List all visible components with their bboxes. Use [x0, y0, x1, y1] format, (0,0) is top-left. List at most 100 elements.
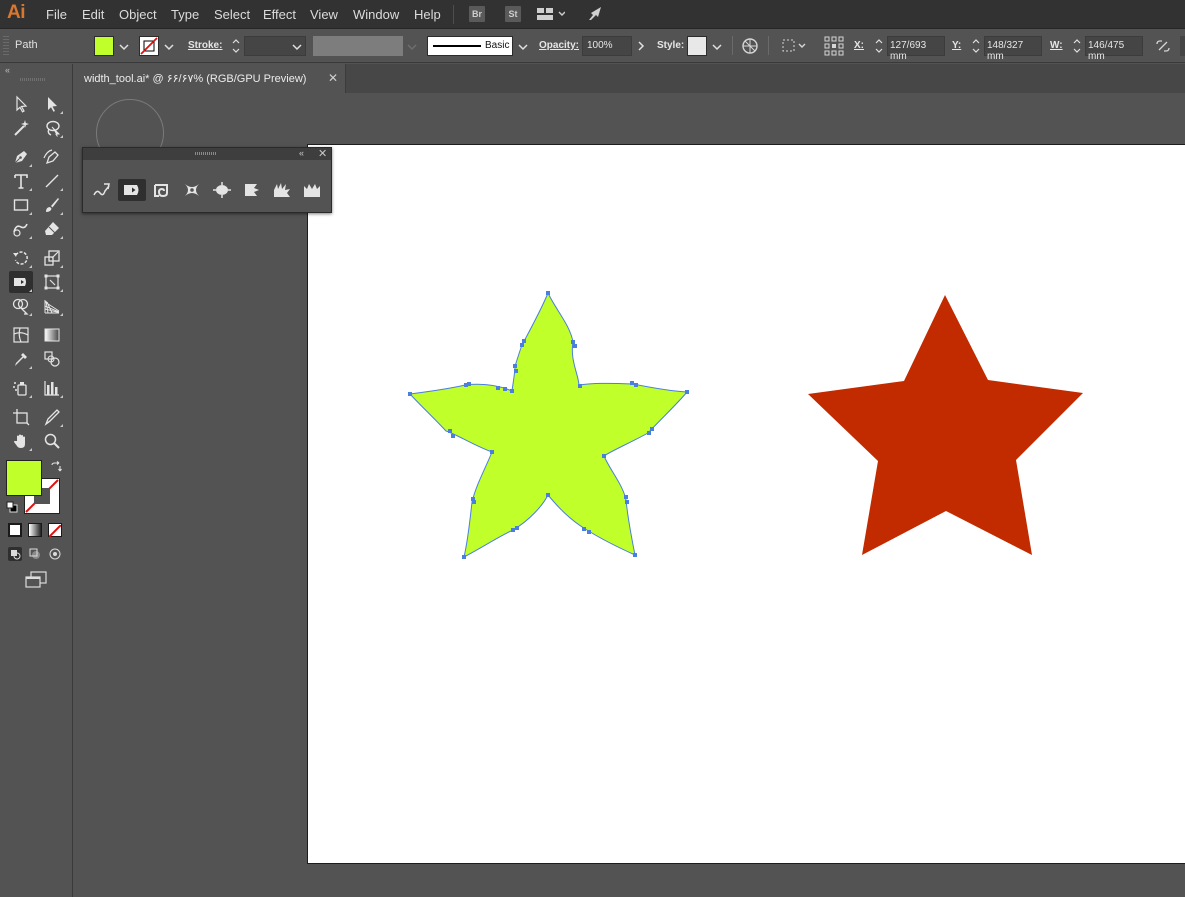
fill-color-swatch[interactable] — [6, 460, 42, 496]
chevron-down-icon[interactable] — [407, 42, 417, 52]
bloat-tool-icon[interactable] — [208, 179, 236, 201]
color-mode-icon[interactable] — [8, 523, 22, 537]
x-stepper[interactable] — [874, 36, 884, 56]
menu-window[interactable]: Window — [353, 7, 399, 22]
menu-object[interactable]: Object — [119, 7, 157, 22]
document-tab[interactable]: width_tool.ai* @ ۶۶/۶۷% (RGB/GPU Preview… — [74, 64, 346, 93]
align-to-icon[interactable] — [782, 38, 808, 54]
lasso-tool-icon[interactable] — [40, 117, 64, 139]
artboard-tool-icon[interactable] — [9, 406, 33, 428]
symbol-sprayer-tool-icon[interactable] — [9, 377, 33, 399]
fill-swatch[interactable] — [94, 36, 114, 56]
gradient-tool-icon[interactable] — [40, 324, 64, 346]
swap-fill-stroke-icon[interactable] — [50, 461, 62, 473]
scallop-tool-icon[interactable] — [238, 179, 266, 201]
selection-tool-icon[interactable] — [9, 93, 33, 115]
close-icon[interactable]: ✕ — [318, 147, 327, 160]
menu-edit[interactable]: Edit — [82, 7, 104, 22]
chevron-down-icon[interactable] — [119, 42, 129, 52]
opacity-field[interactable]: 100% — [582, 36, 632, 56]
magic-wand-tool-icon[interactable] — [9, 117, 33, 139]
shaper-tool-icon[interactable] — [9, 218, 33, 240]
x-position-field[interactable]: 127/693 mm — [887, 36, 945, 62]
menu-effect[interactable]: Effect — [263, 7, 296, 22]
tearoff-header[interactable]: « ✕ — [83, 148, 331, 160]
bridge-icon[interactable]: Br — [469, 6, 485, 22]
gradient-mode-icon[interactable] — [28, 523, 42, 537]
panel-grip[interactable] — [20, 78, 46, 81]
paintbrush-tool-icon[interactable] — [40, 194, 64, 216]
pucker-tool-icon[interactable] — [178, 179, 206, 201]
chevron-down-icon[interactable] — [712, 42, 722, 52]
arrange-documents-button[interactable] — [537, 7, 566, 21]
constrain-proportions-icon[interactable] — [1155, 39, 1171, 53]
zoom-tool-icon[interactable] — [40, 430, 64, 452]
gpu-performance-button[interactable] — [587, 6, 605, 22]
stroke-swatch[interactable] — [139, 36, 159, 56]
close-icon[interactable]: ✕ — [328, 71, 338, 85]
none-mode-icon[interactable] — [48, 523, 62, 538]
w-stepper[interactable] — [1072, 36, 1082, 56]
menu-view[interactable]: View — [310, 7, 338, 22]
x-label[interactable]: X: — [854, 40, 864, 51]
rectangle-tool-icon[interactable] — [9, 194, 33, 216]
width-tool-star[interactable] — [408, 291, 689, 558]
wrinkle-tool-icon[interactable] — [298, 179, 326, 201]
panel-grip[interactable] — [195, 152, 217, 155]
chevron-down-icon[interactable] — [518, 42, 528, 52]
menu-type[interactable]: Type — [171, 7, 199, 22]
shape-builder-tool-icon[interactable] — [9, 295, 33, 317]
change-screen-mode-icon[interactable] — [24, 571, 48, 589]
recolor-artwork-icon[interactable] — [741, 37, 759, 55]
twirl-tool-icon[interactable] — [148, 179, 176, 201]
chevron-right-icon[interactable] — [636, 41, 646, 51]
blend-tool-icon[interactable] — [40, 348, 64, 370]
crystallize-tool-icon[interactable] — [268, 179, 296, 201]
draw-behind-icon[interactable] — [28, 547, 42, 561]
line-segment-tool-icon[interactable] — [40, 170, 64, 192]
brush-definition[interactable]: Basic — [427, 36, 513, 56]
transform-reference-point-icon[interactable] — [824, 36, 844, 56]
stroke-weight-stepper[interactable] — [231, 36, 241, 56]
mesh-tool-icon[interactable] — [9, 324, 33, 346]
menu-select[interactable]: Select — [214, 7, 250, 22]
slice-tool-icon[interactable] — [40, 406, 64, 428]
chevron-down-icon[interactable] — [164, 42, 174, 52]
column-graph-tool-icon[interactable] — [40, 377, 64, 399]
graphic-style-swatch[interactable] — [687, 36, 707, 56]
artboard[interactable] — [307, 144, 1185, 864]
draw-inside-icon[interactable] — [48, 547, 62, 561]
chevron-down-icon[interactable] — [292, 42, 302, 52]
y-stepper[interactable] — [971, 36, 981, 56]
perspective-grid-tool-icon[interactable] — [40, 295, 64, 317]
opacity-label[interactable]: Opacity: — [539, 40, 579, 51]
scale-tool-icon[interactable] — [40, 247, 64, 269]
collapse-panel-icon[interactable]: « — [299, 148, 304, 158]
hand-tool-icon[interactable] — [9, 430, 33, 452]
rotate-tool-icon[interactable] — [9, 247, 33, 269]
draw-normal-icon[interactable] — [8, 547, 22, 561]
menu-help[interactable]: Help — [414, 7, 441, 22]
warp-tool-icon[interactable] — [88, 179, 116, 201]
width-tool-icon[interactable] — [118, 179, 146, 201]
eraser-tool-icon[interactable] — [40, 218, 64, 240]
pen-tool-icon[interactable] — [9, 146, 33, 168]
eyedropper-tool-icon[interactable] — [9, 348, 33, 370]
curvature-tool-icon[interactable] — [40, 146, 64, 168]
canvas-workspace[interactable] — [74, 93, 1185, 897]
width-field[interactable]: 146/475 mm — [1085, 36, 1143, 62]
y-label[interactable]: Y: — [952, 40, 961, 51]
type-tool-icon[interactable] — [9, 170, 33, 192]
y-position-field[interactable]: 148/327 mm — [984, 36, 1042, 62]
collapse-panel-icon[interactable]: « — [5, 65, 10, 75]
stock-icon[interactable]: St — [505, 6, 521, 22]
variable-width-profile[interactable] — [313, 36, 403, 56]
width-tool-icon[interactable] — [9, 271, 33, 293]
direct-selection-tool-icon[interactable] — [40, 93, 64, 115]
w-label[interactable]: W: — [1050, 40, 1063, 51]
stroke-label[interactable]: Stroke: — [188, 40, 222, 51]
menu-file[interactable]: File — [46, 7, 67, 22]
default-fill-stroke-icon[interactable] — [6, 501, 18, 513]
control-bar-grip[interactable] — [3, 36, 9, 56]
free-transform-tool-icon[interactable] — [40, 271, 64, 293]
